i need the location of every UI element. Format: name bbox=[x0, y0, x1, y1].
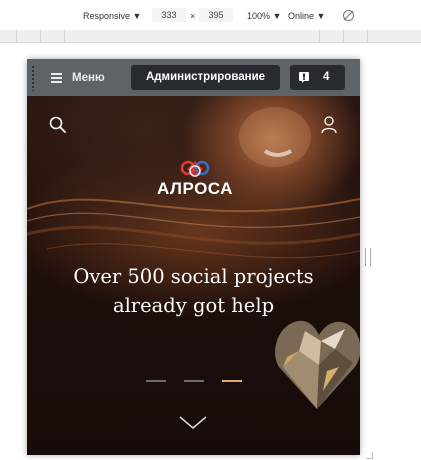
headline-line-2: already got help bbox=[112, 294, 275, 317]
alrosa-logo[interactable]: АЛРОСА bbox=[145, 159, 245, 199]
admin-toolbar: Меню Администрирование 4 bbox=[27, 59, 360, 96]
headline-line-1: Over 500 social projects bbox=[73, 265, 314, 288]
slider-dot[interactable] bbox=[184, 380, 204, 382]
device-select-label: Responsive bbox=[83, 11, 131, 21]
rotate-icon[interactable] bbox=[343, 10, 354, 21]
device-toolbar: Responsive ▼ 333 × 395 100% ▼ Online ▼ bbox=[0, 0, 421, 31]
slider-dot[interactable] bbox=[146, 380, 166, 382]
chevron-down-icon: ▼ bbox=[272, 11, 282, 21]
zoom-select[interactable]: 100% ▼ bbox=[247, 11, 281, 21]
hero-headline: Over 500 social projects already got hel… bbox=[37, 262, 350, 320]
administration-button[interactable]: Администрирование bbox=[131, 65, 280, 90]
user-icon[interactable] bbox=[321, 116, 337, 134]
chevron-down-icon: ▼ bbox=[132, 11, 142, 21]
notifications-button[interactable]: 4 bbox=[290, 65, 345, 90]
menu-label: Меню bbox=[72, 72, 105, 84]
chevron-down-icon: ▼ bbox=[316, 11, 326, 21]
notification-icon bbox=[299, 72, 309, 83]
device-select[interactable]: Responsive ▼ bbox=[83, 11, 141, 21]
hamburger-icon bbox=[51, 71, 62, 85]
menu-button[interactable]: Меню bbox=[51, 68, 105, 88]
notifications-count: 4 bbox=[323, 71, 330, 83]
resize-corner[interactable] bbox=[366, 452, 373, 459]
logo-text: АЛРОСА bbox=[157, 179, 233, 198]
network-select[interactable]: Online ▼ bbox=[288, 11, 325, 21]
drag-handle-icon[interactable] bbox=[31, 65, 35, 91]
search-icon[interactable] bbox=[49, 116, 67, 134]
width-input[interactable]: 333 bbox=[152, 8, 186, 22]
dimension-separator: × bbox=[190, 11, 196, 21]
height-input[interactable]: 395 bbox=[199, 8, 233, 22]
resize-handle[interactable] bbox=[365, 248, 371, 266]
diamond-heart-image bbox=[275, 320, 360, 409]
device-viewport: Меню Администрирование 4 АЛРОСА Over 500… bbox=[27, 59, 360, 455]
chevron-down-icon[interactable] bbox=[179, 416, 207, 430]
slider-dot-active[interactable] bbox=[222, 380, 242, 382]
media-query-ruler bbox=[0, 30, 421, 43]
zoom-select-label: 100% bbox=[247, 11, 271, 21]
network-select-label: Online bbox=[288, 11, 315, 21]
logo-mark-icon bbox=[180, 160, 210, 177]
